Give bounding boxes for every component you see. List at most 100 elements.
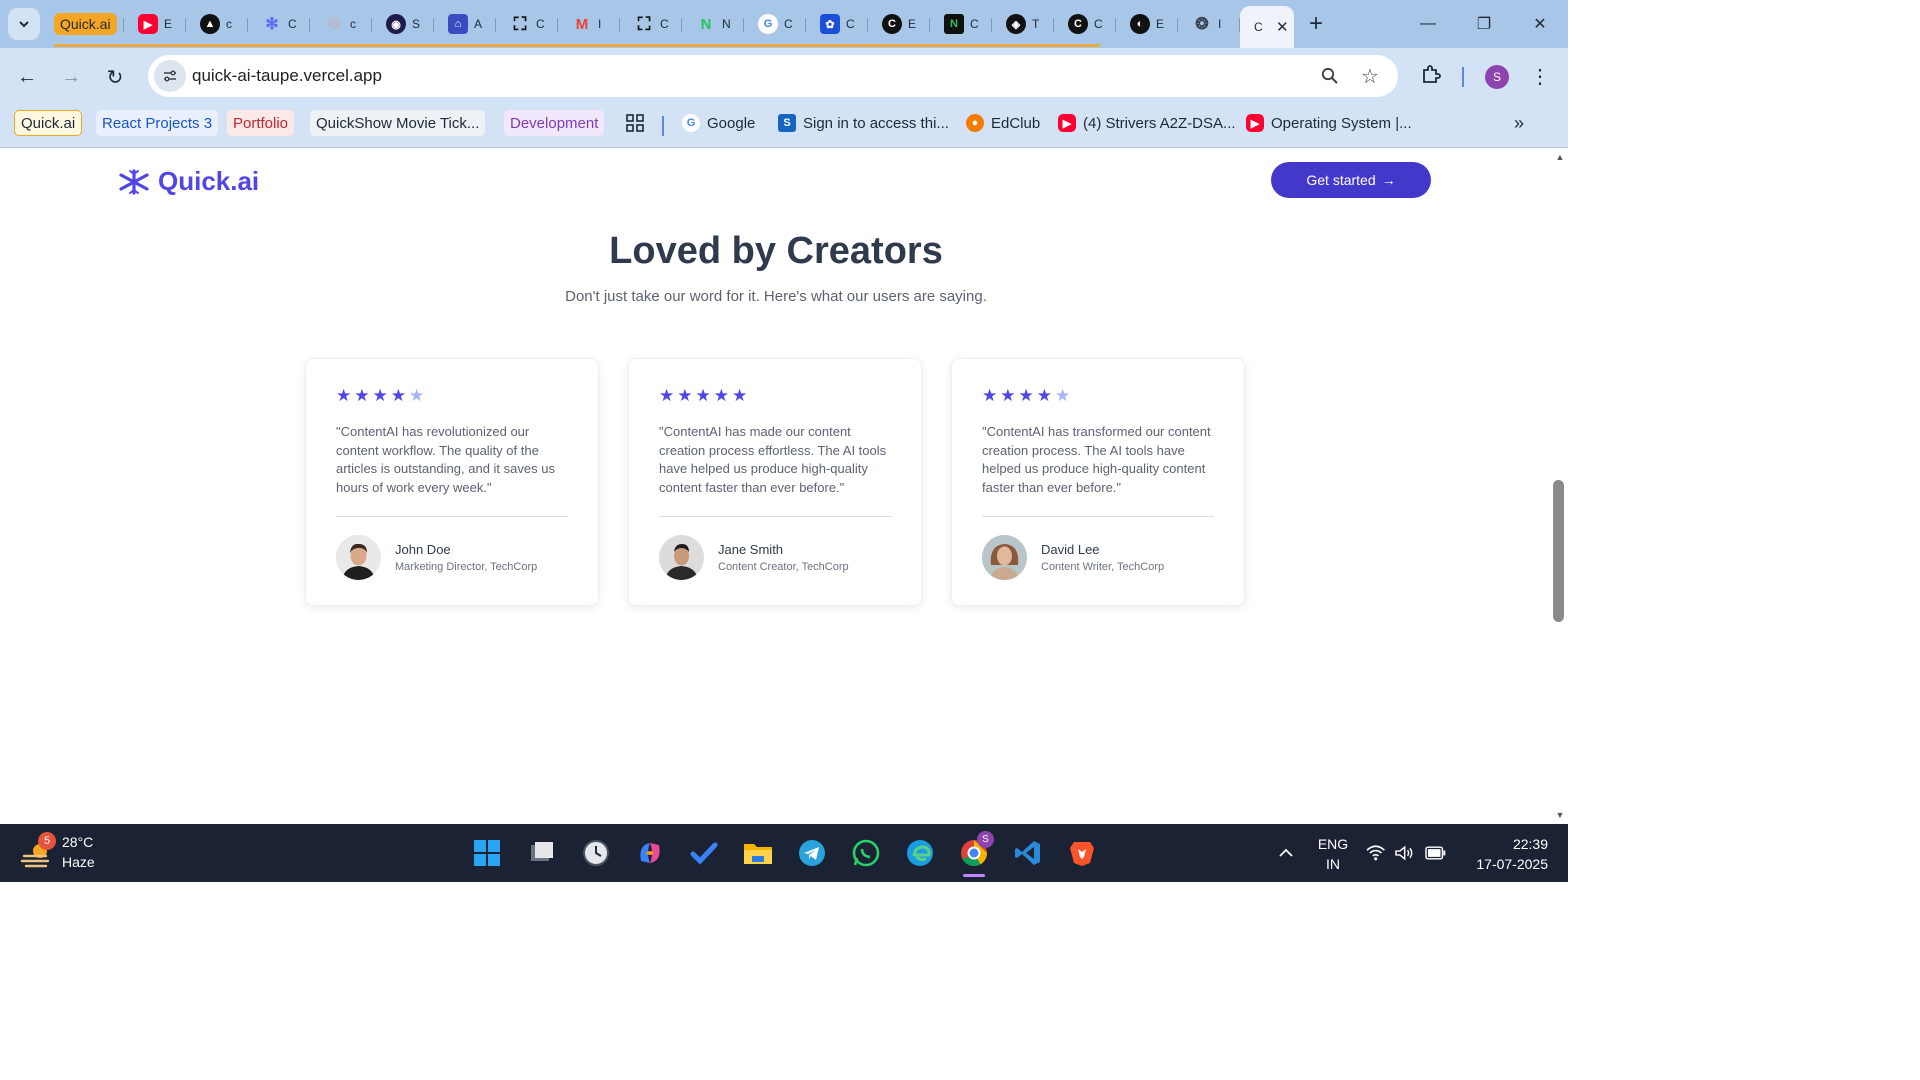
todo-button[interactable]	[688, 837, 720, 869]
profile-avatar[interactable]: S	[1485, 65, 1509, 89]
brave-icon	[1070, 842, 1094, 866]
bookmark-label: Sign in to access thi...	[803, 114, 949, 132]
close-window-button[interactable]: ✕	[1512, 0, 1568, 48]
bookmark-label: (4) Strivers A2Z-DSA...	[1083, 114, 1236, 132]
cube-logo-icon: ◈	[1006, 14, 1026, 34]
bookmark-star-button[interactable]: ☆	[1358, 64, 1382, 88]
reload-button[interactable]: ↻	[100, 62, 130, 92]
quick-settings-button[interactable]	[1366, 824, 1446, 882]
tab[interactable]: ⛶ C	[496, 6, 558, 42]
scroll-down-button[interactable]: ▼	[1552, 810, 1568, 820]
bookmark-strivers[interactable]: ▶ (4) Strivers A2Z-DSA...	[1058, 110, 1236, 136]
show-hidden-icons-button[interactable]	[1272, 824, 1300, 882]
testimonial-quote: "ContentAI has made our content creation…	[659, 424, 887, 495]
tab[interactable]: NC	[930, 6, 992, 42]
tab-search-button[interactable]	[8, 8, 40, 40]
tab[interactable]: NN	[682, 6, 744, 42]
youtube-icon: ▶	[1058, 114, 1076, 132]
tab-group-underline	[54, 44, 1100, 47]
tab[interactable]: CC	[1054, 6, 1116, 42]
tab[interactable]: CE	[868, 6, 930, 42]
extensions-button[interactable]	[1420, 62, 1446, 88]
tab-active[interactable]: C ✕	[1240, 6, 1294, 48]
bookmark-label: EdClub	[991, 114, 1041, 132]
tab[interactable]: ▶ E	[124, 6, 186, 42]
tab[interactable]: MI	[558, 6, 620, 42]
more-bookmarks-button[interactable]: »	[1514, 110, 1524, 136]
telegram-button[interactable]	[796, 837, 828, 869]
bookmark-folder-portfolio[interactable]: Portfolio	[227, 110, 295, 136]
minimize-button[interactable]: —	[1400, 0, 1456, 48]
tab[interactable]: ◈ T	[992, 6, 1054, 42]
site-info-button[interactable]	[154, 60, 186, 92]
bookmark-folder-development[interactable]: Development	[504, 110, 605, 136]
avatar	[982, 535, 1027, 580]
tab[interactable]: ⌂ A	[434, 6, 496, 42]
tab[interactable]: ❂ I	[1178, 6, 1240, 42]
file-explorer-button[interactable]	[742, 837, 774, 869]
apps-button[interactable]	[626, 110, 644, 136]
tab[interactable]: ⚙ c	[310, 6, 372, 42]
task-view-button[interactable]	[526, 837, 558, 869]
tab-quick-ai[interactable]: Quick.ai	[48, 6, 124, 42]
edge-button[interactable]	[904, 837, 936, 869]
bookmark-edclub[interactable]: ● EdClub	[966, 110, 1040, 136]
tab[interactable]: ✻ C	[248, 6, 310, 42]
bookmark-operating-system[interactable]: ▶ Operating System |...	[1246, 110, 1412, 136]
restore-icon: ❐	[1476, 16, 1492, 33]
star-filled-icon: ★	[713, 386, 729, 405]
star-filled-icon: ★	[1000, 386, 1016, 405]
star-empty-icon: ★	[1055, 386, 1071, 405]
whatsapp-button[interactable]	[850, 837, 882, 869]
clock-app-button[interactable]	[580, 837, 612, 869]
new-tab-button[interactable]: +	[1302, 10, 1330, 38]
bookmark-folder-react-projects[interactable]: React Projects 3	[96, 110, 219, 136]
tab[interactable]: GC	[744, 6, 806, 42]
clock-time: 22:39	[1512, 836, 1548, 852]
bookmark-label: Operating System |...	[1271, 114, 1412, 132]
youtube-icon: ▶	[138, 14, 158, 34]
gear-logo-icon: ⚙	[326, 16, 342, 33]
get-started-button[interactable]: Get started →	[1271, 162, 1431, 198]
zoom-button[interactable]	[1318, 64, 1342, 88]
tab-title: S	[412, 17, 421, 31]
bookmark-folder-quickshow[interactable]: QuickShow Movie Tick...	[310, 110, 486, 136]
system-clock[interactable]: 22:39 17-07-2025	[1460, 834, 1548, 874]
tab[interactable]: ◉ S	[372, 6, 434, 42]
copilot-button[interactable]	[634, 837, 666, 869]
tab[interactable]: ◐ E	[1116, 6, 1178, 42]
n-logo-icon: N	[944, 14, 964, 34]
bookmark-quick-ai[interactable]: Quick.ai	[14, 110, 83, 136]
scroll-up-button[interactable]: ▲	[1552, 152, 1568, 162]
weather-widget[interactable]: 5 28°C Haze	[20, 832, 120, 874]
circle-logo-icon: ◉	[386, 14, 406, 34]
url-text[interactable]: quick-ai-taupe.vercel.app	[192, 66, 382, 86]
clock-date: 17-07-2025	[1476, 856, 1548, 872]
tab-title: C	[660, 17, 669, 31]
restore-button[interactable]: ❐	[1456, 0, 1512, 48]
chevron-up-icon	[1279, 848, 1293, 857]
page-viewport: Quick.ai Get started → Loved by Creators…	[0, 148, 1552, 824]
bookmark-sign-in[interactable]: S Sign in to access thi...	[778, 110, 949, 136]
brave-button[interactable]	[1066, 837, 1098, 869]
chrome-button[interactable]: S	[958, 831, 994, 877]
vscode-button[interactable]	[1012, 837, 1044, 869]
close-icon[interactable]: ✕	[1276, 18, 1289, 36]
testimonial-author: Jane Smith Content Creator, TechCorp	[659, 535, 891, 580]
bookmark-google[interactable]: G Google	[682, 110, 755, 136]
google-icon: G	[682, 114, 700, 132]
address-bar[interactable]: quick-ai-taupe.vercel.app ☆	[148, 55, 1398, 97]
tab[interactable]: ▲ c	[186, 6, 248, 42]
scrollbar-thumb[interactable]	[1553, 480, 1564, 622]
menu-button[interactable]: ⋮	[1530, 64, 1550, 89]
more-vert-icon: ⋮	[1530, 66, 1550, 88]
tab[interactable]: ✿ C	[806, 6, 868, 42]
star-filled-icon: ★	[695, 386, 711, 405]
tab[interactable]: ⛶ C	[620, 6, 682, 42]
forward-button[interactable]: →	[56, 62, 86, 92]
input-language[interactable]: ENG IN	[1316, 834, 1350, 874]
star-filled-icon: ★	[732, 386, 748, 405]
start-button[interactable]	[471, 837, 503, 869]
site-logo[interactable]: Quick.ai	[117, 166, 259, 197]
back-button[interactable]: ←	[12, 62, 42, 92]
